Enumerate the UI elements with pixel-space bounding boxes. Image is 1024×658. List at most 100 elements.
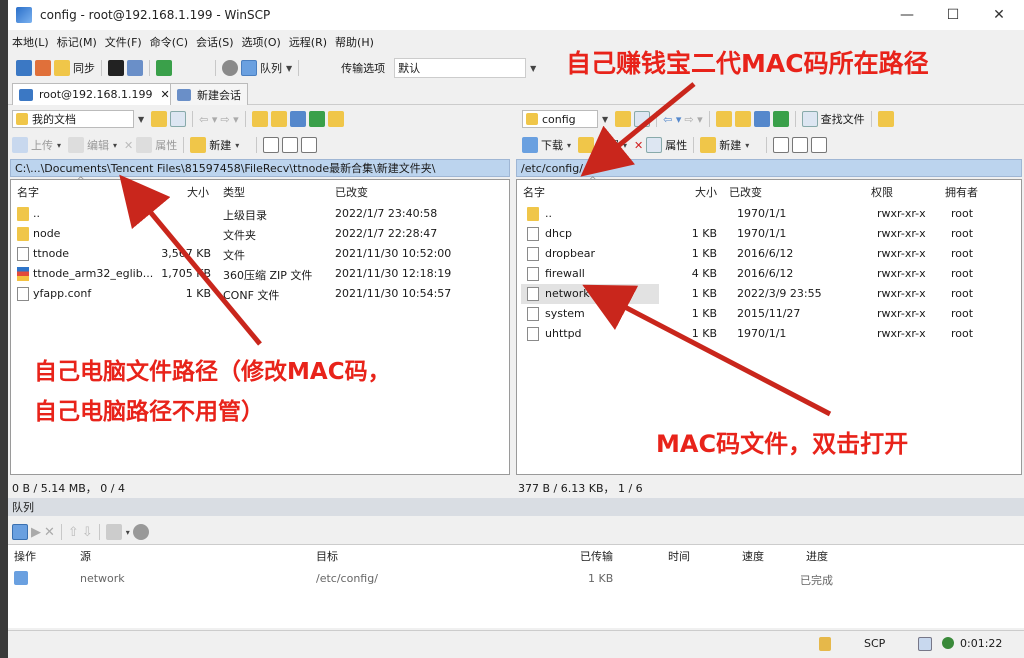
left-location-dropdown-icon[interactable]: ▼: [138, 115, 144, 124]
queue-col-source[interactable]: 源: [80, 548, 91, 564]
menu-session[interactable]: 会话(S): [192, 34, 238, 50]
right-filter-icon[interactable]: [615, 111, 632, 127]
left-new-icon[interactable]: [190, 137, 207, 153]
left-col-type[interactable]: 类型: [223, 184, 245, 200]
left-col-name[interactable]: 名字: [17, 184, 39, 200]
right-root-dir-icon[interactable]: [734, 111, 751, 127]
download-icon[interactable]: [522, 137, 538, 153]
left-unselect-icon[interactable]: [282, 137, 299, 153]
queue-col-progress[interactable]: 进度: [806, 548, 828, 564]
left-file-row[interactable]: ttnode 3,567 KB 文件 2021/11/30 10:52:00: [11, 244, 509, 264]
right-parent-dir-icon[interactable]: [715, 111, 732, 127]
queue-down-icon[interactable]: ⇩: [82, 525, 93, 540]
right-new-button[interactable]: 新建: [719, 137, 741, 153]
right-file-row[interactable]: system 1 KB 2015/11/27 rwxr-xr-x root: [517, 304, 1021, 324]
left-parent-dir-icon[interactable]: [251, 111, 268, 127]
left-file-list[interactable]: 名字 ^ 大小 类型 已改变 .. 上级目录 2022/1/7 23:40:58 no…: [10, 176, 510, 475]
right-col-rights[interactable]: 权限: [871, 184, 893, 200]
left-properties-icon[interactable]: [136, 137, 153, 153]
left-file-row[interactable]: yfapp.conf 1 KB CONF 文件 2021/11/30 10:54:57: [11, 284, 509, 304]
menu-file[interactable]: 文件(F): [101, 34, 146, 50]
menu-options[interactable]: 选项(O): [238, 34, 285, 50]
right-unselect-icon[interactable]: [792, 137, 809, 153]
menu-command[interactable]: 命令(C): [146, 34, 192, 50]
right-edit-button[interactable]: 编辑: [597, 137, 619, 153]
left-root-dir-icon[interactable]: [270, 111, 287, 127]
queue-delete-icon[interactable]: ✕: [44, 525, 55, 540]
queue-gear-icon[interactable]: [132, 524, 149, 540]
right-file-row[interactable]: uhttpd 1 KB 1970/1/1 rwxr-xr-x root: [517, 324, 1021, 344]
right-forward-icon[interactable]: ⇨ ▾: [684, 113, 702, 126]
left-select-all-icon[interactable]: [263, 137, 280, 153]
queue-icon[interactable]: [241, 60, 257, 76]
right-col-name[interactable]: 名字: [523, 184, 545, 200]
left-file-row[interactable]: .. 上级目录 2022/1/7 23:40:58: [11, 204, 509, 224]
right-col-size[interactable]: 大小: [695, 184, 717, 200]
left-refresh-icon[interactable]: [308, 111, 325, 127]
upload-button[interactable]: 上传: [31, 137, 53, 153]
transfer-dropdown-icon[interactable]: ▼: [530, 64, 536, 73]
console-icon[interactable]: [108, 60, 124, 76]
left-filter-icon[interactable]: [151, 111, 168, 127]
upload-icon[interactable]: [12, 137, 28, 153]
right-path-bar[interactable]: /etc/config/: [516, 159, 1022, 177]
left-properties-button[interactable]: 属性: [155, 137, 177, 153]
left-back-icon[interactable]: ⇦ ▾: [199, 113, 217, 126]
right-filter-select-icon[interactable]: [811, 137, 828, 153]
new-tab-icon[interactable]: [16, 60, 32, 76]
putty-icon[interactable]: [127, 60, 143, 76]
queue-col-operation[interactable]: 操作: [14, 548, 36, 564]
queue-settings-icon[interactable]: [105, 524, 122, 540]
queue-col-time[interactable]: 时间: [668, 548, 690, 564]
queue-up-icon[interactable]: ⇧: [68, 525, 79, 540]
synchronize-icon[interactable]: [54, 60, 70, 76]
left-file-row[interactable]: ttnode_arm32_eglib... 1,705 KB 360压缩 ZIP 文…: [11, 264, 509, 284]
queue-col-transferred[interactable]: 已传输: [580, 548, 613, 564]
menu-local[interactable]: 本地(L): [8, 34, 53, 50]
right-edit-icon[interactable]: [578, 137, 595, 153]
minimize-button[interactable]: —: [884, 0, 930, 30]
queue-list-icon[interactable]: [12, 524, 28, 540]
right-view-icon[interactable]: [634, 111, 651, 127]
left-path-bar[interactable]: C:\...\Documents\Tencent Files\81597458\…: [10, 159, 510, 177]
left-home-icon[interactable]: [289, 111, 306, 127]
left-forward-icon[interactable]: ⇨ ▾: [220, 113, 238, 126]
left-delete-icon[interactable]: ✕: [124, 139, 133, 152]
right-delete-icon[interactable]: ✕: [634, 139, 643, 152]
queue-col-speed[interactable]: 速度: [742, 548, 764, 564]
left-edit-icon[interactable]: [68, 137, 85, 153]
right-file-row[interactable]: dhcp 1 KB 1970/1/1 rwxr-xr-x root: [517, 224, 1021, 244]
tab-root-session[interactable]: root@192.168.1.199 ✕: [12, 83, 177, 105]
right-home-icon[interactable]: [753, 111, 770, 127]
tab-new-session[interactable]: 新建会话: [170, 83, 248, 105]
right-location-select[interactable]: config: [522, 110, 598, 128]
right-refresh-icon[interactable]: [772, 111, 789, 127]
find-files-icon[interactable]: [801, 111, 818, 127]
queue-dropdown-icon[interactable]: ▼: [286, 64, 292, 73]
queue-button[interactable]: 队列: [260, 60, 282, 76]
transfer-options-select[interactable]: 默认: [394, 58, 527, 78]
close-button[interactable]: ✕: [976, 0, 1022, 30]
tab-close-icon[interactable]: ✕: [161, 88, 170, 101]
right-new-icon[interactable]: [700, 137, 717, 153]
left-new-button[interactable]: 新建: [209, 137, 231, 153]
right-file-row[interactable]: firewall 4 KB 2016/6/12 rwxr-xr-x root: [517, 264, 1021, 284]
right-file-row[interactable]: .. 1970/1/1 rwxr-xr-x root: [517, 204, 1021, 224]
compare-icon[interactable]: [35, 60, 51, 76]
left-col-modified[interactable]: 已改变: [335, 184, 368, 200]
left-view-icon[interactable]: [170, 111, 187, 127]
menu-help[interactable]: 帮助(H): [331, 34, 378, 50]
right-col-modified[interactable]: 已改变: [729, 184, 762, 200]
left-file-row[interactable]: node 文件夹 2022/1/7 22:28:47: [11, 224, 509, 244]
left-col-size[interactable]: 大小: [187, 184, 209, 200]
queue-col-target[interactable]: 目标: [316, 548, 338, 564]
right-back-icon[interactable]: ⇦ ▾: [663, 113, 681, 126]
find-files-button[interactable]: 查找文件: [821, 111, 865, 127]
gear-icon[interactable]: [222, 60, 238, 76]
download-button[interactable]: 下载: [541, 137, 563, 153]
menu-mark[interactable]: 标记(M): [53, 34, 101, 50]
queue-run-icon[interactable]: ▶: [31, 525, 41, 540]
left-edit-button[interactable]: 编辑: [87, 137, 109, 153]
maximize-button[interactable]: ☐: [930, 0, 976, 30]
left-find-icon[interactable]: [327, 111, 344, 127]
